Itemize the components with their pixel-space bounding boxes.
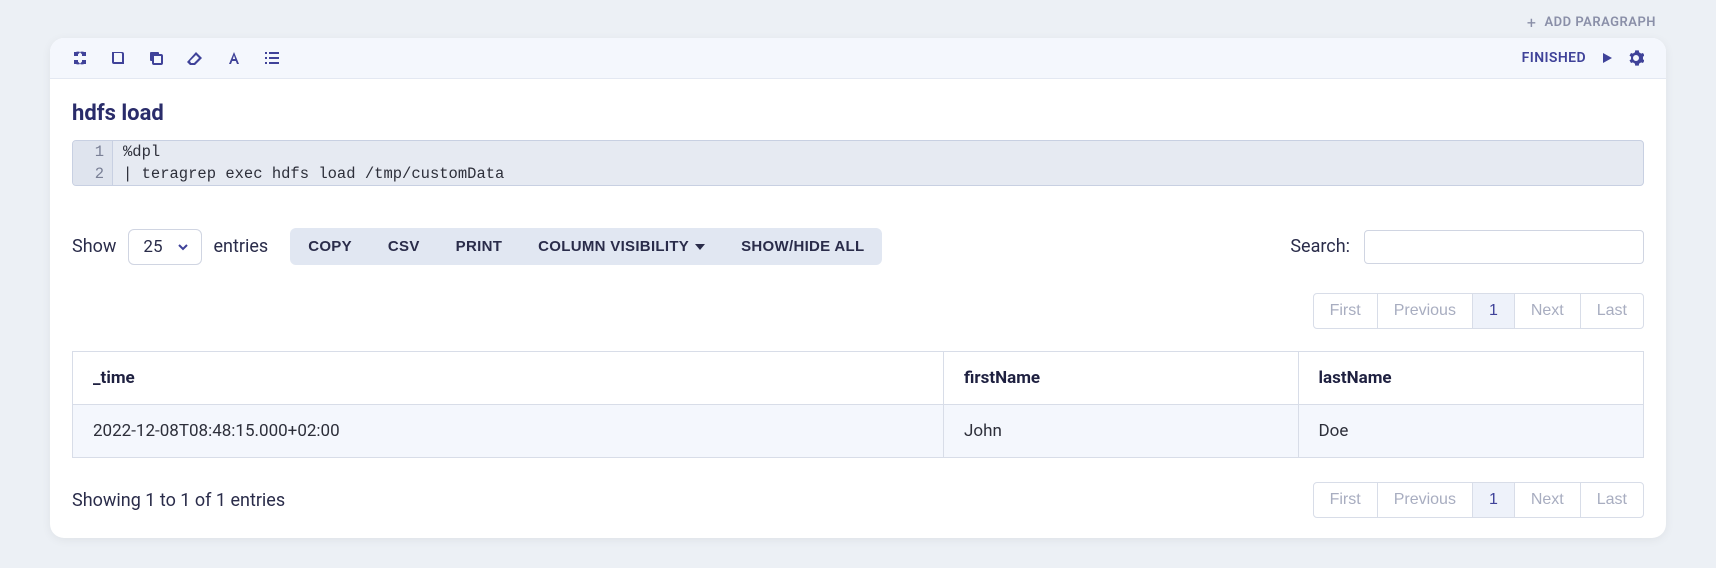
page-size-value: 25 [143,237,162,257]
next-button[interactable]: Next [1514,482,1581,518]
table-row: 2022-12-08T08:48:15.000+02:00 John Doe [73,405,1644,458]
page-1-button[interactable]: 1 [1472,482,1515,518]
previous-button[interactable]: Previous [1377,293,1473,329]
csv-button[interactable]: CSV [370,228,438,265]
eraser-icon[interactable] [186,50,204,66]
previous-button[interactable]: Previous [1377,482,1473,518]
page-1-button[interactable]: 1 [1472,293,1515,329]
pagination-bottom: First Previous 1 Next Last [1313,482,1644,518]
table-header-row: _time firstName lastName [73,352,1644,405]
code-editor[interactable]: 1 %dpl 2 | teragrep exec hdfs load /tmp/… [72,140,1644,186]
cell-firstname: John [944,405,1298,458]
line-number: 1 [73,141,113,163]
first-button[interactable]: First [1313,293,1378,329]
col-time-header[interactable]: _time [73,352,944,405]
copy-icon[interactable] [148,50,164,66]
book-icon[interactable] [110,50,126,66]
entries-label: entries [214,236,269,257]
first-button[interactable]: First [1313,482,1378,518]
show-label: Show [72,236,116,257]
copy-button[interactable]: COPY [290,228,370,265]
show-hide-all-button[interactable]: SHOW/HIDE ALL [723,228,882,265]
last-button[interactable]: Last [1580,482,1644,518]
cell-time: 2022-12-08T08:48:15.000+02:00 [73,405,944,458]
print-button[interactable]: PRINT [438,228,521,265]
showing-entries-text: Showing 1 to 1 of 1 entries [72,490,285,511]
caret-down-icon [695,244,705,250]
line-number: 2 [73,163,113,185]
column-visibility-button[interactable]: COLUMN VISIBILITY [520,228,723,265]
font-icon[interactable] [226,50,242,66]
chevron-down-icon [177,241,189,253]
search-input[interactable] [1364,230,1644,264]
page-size-select[interactable]: 25 [128,229,201,265]
gear-icon[interactable] [1628,50,1644,66]
play-icon[interactable] [1600,51,1614,65]
code-line-content: | teragrep exec hdfs load /tmp/customDat… [113,163,514,185]
search-label: Search: [1290,236,1350,257]
add-paragraph-label: ADD PARAGRAPH [1544,15,1656,30]
paragraph-title: hdfs load [72,101,1644,126]
col-firstname-header[interactable]: firstName [944,352,1298,405]
cell-lastname: Doe [1298,405,1643,458]
last-button[interactable]: Last [1580,293,1644,329]
column-visibility-label: COLUMN VISIBILITY [538,238,689,255]
col-lastname-header[interactable]: lastName [1298,352,1643,405]
results-table: _time firstName lastName 2022-12-08T08:4… [72,351,1644,458]
card-header: FINISHED [50,38,1666,79]
collapse-icon[interactable] [72,50,88,66]
status-badge: FINISHED [1522,50,1586,66]
code-line-content: %dpl [113,141,170,163]
pagination-top: First Previous 1 Next Last [1313,293,1644,329]
paragraph-card: FINISHED hdfs load 1 %dpl 2 | teragrep e… [50,38,1666,538]
plus-icon: + [1527,13,1537,32]
next-button[interactable]: Next [1514,293,1581,329]
add-paragraph-button[interactable]: + ADD PARAGRAPH [1527,13,1656,32]
list-icon[interactable] [264,50,280,66]
